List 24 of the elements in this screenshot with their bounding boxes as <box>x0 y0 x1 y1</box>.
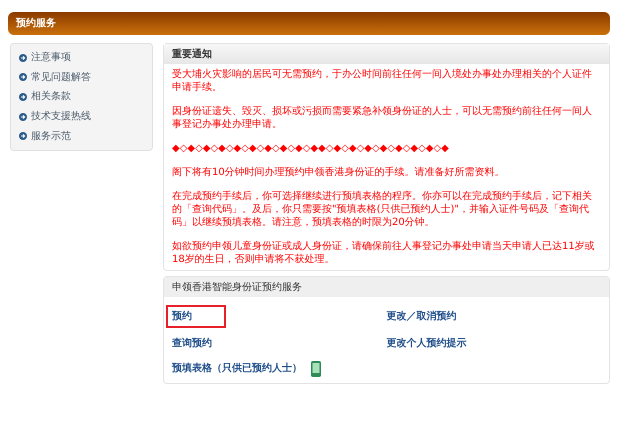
service-link[interactable]: 更改个人预约提示 <box>386 334 466 353</box>
notice-text: 在完成预约手续后，你可选择继续进行预填表格的程序。你亦可以在完成预约手续后，记下相关的「查询代码」。及后，你只需要按"预填表格(只供已预约人士)"，并输入证件号码及「查询代码」以继续预填表格。请注意，预填表格的时限为20分钟。 <box>172 190 593 229</box>
notice-text: 受大埔火灾影响的居民可无需预约，于办公时间前往任何一间入境处办事处办理相关的个人证件申请手续。 <box>172 68 593 94</box>
notice-text: 如欲预约申领儿童身份证或成人身份证，请确保前往人事登记办事处申请当天申请人已达11岁或18岁的生日，否则申请将不获处理。 <box>172 240 596 266</box>
service-link[interactable]: 查询预约 <box>172 334 212 353</box>
arrow-circle-icon <box>19 73 27 82</box>
notice-text: ◆◇◆◇◆◇◆◇◆◇◆◇◆◇◆◇◆◇◆◆◇◆◇◆◇◆◇◆◇◆◇◆◇◆◇◆ <box>172 142 450 155</box>
notice-text: 因身份证遗失、毁灭、损坏或污损而需要紧急补领身份证的人士，可以无需预约前往任何一间人事登记办事处办理申请。 <box>172 105 593 131</box>
arrow-circle-icon <box>19 112 27 121</box>
sidebar-link[interactable]: 技术支援热线 <box>19 109 144 124</box>
panel-title: 申领香港智能身份证预约服务 <box>164 277 609 297</box>
sidebar-link[interactable]: 常见问题解答 <box>19 70 144 85</box>
header-bar: 预约服务 <box>8 12 610 35</box>
sidebar-link[interactable]: 注意事项 <box>19 50 144 66</box>
panel-title: 重要通知 <box>164 44 609 64</box>
arrow-circle-icon <box>19 132 27 140</box>
arrow-circle-icon <box>19 92 27 101</box>
service-link[interactable]: 预约 <box>166 305 226 328</box>
sidebar-link[interactable]: 服务示范 <box>19 128 144 144</box>
service-link[interactable]: 预填表格（只供已预约人士） <box>172 359 302 378</box>
arrow-circle-icon <box>19 54 27 62</box>
sidebar-link[interactable]: 相关条款 <box>19 89 144 104</box>
service-link[interactable]: 更改／取消预约 <box>386 307 456 326</box>
notice-text: 阁下将有10分钟时间办理预约申领香港身份证的手续。请准备好所需资料。 <box>172 166 506 179</box>
